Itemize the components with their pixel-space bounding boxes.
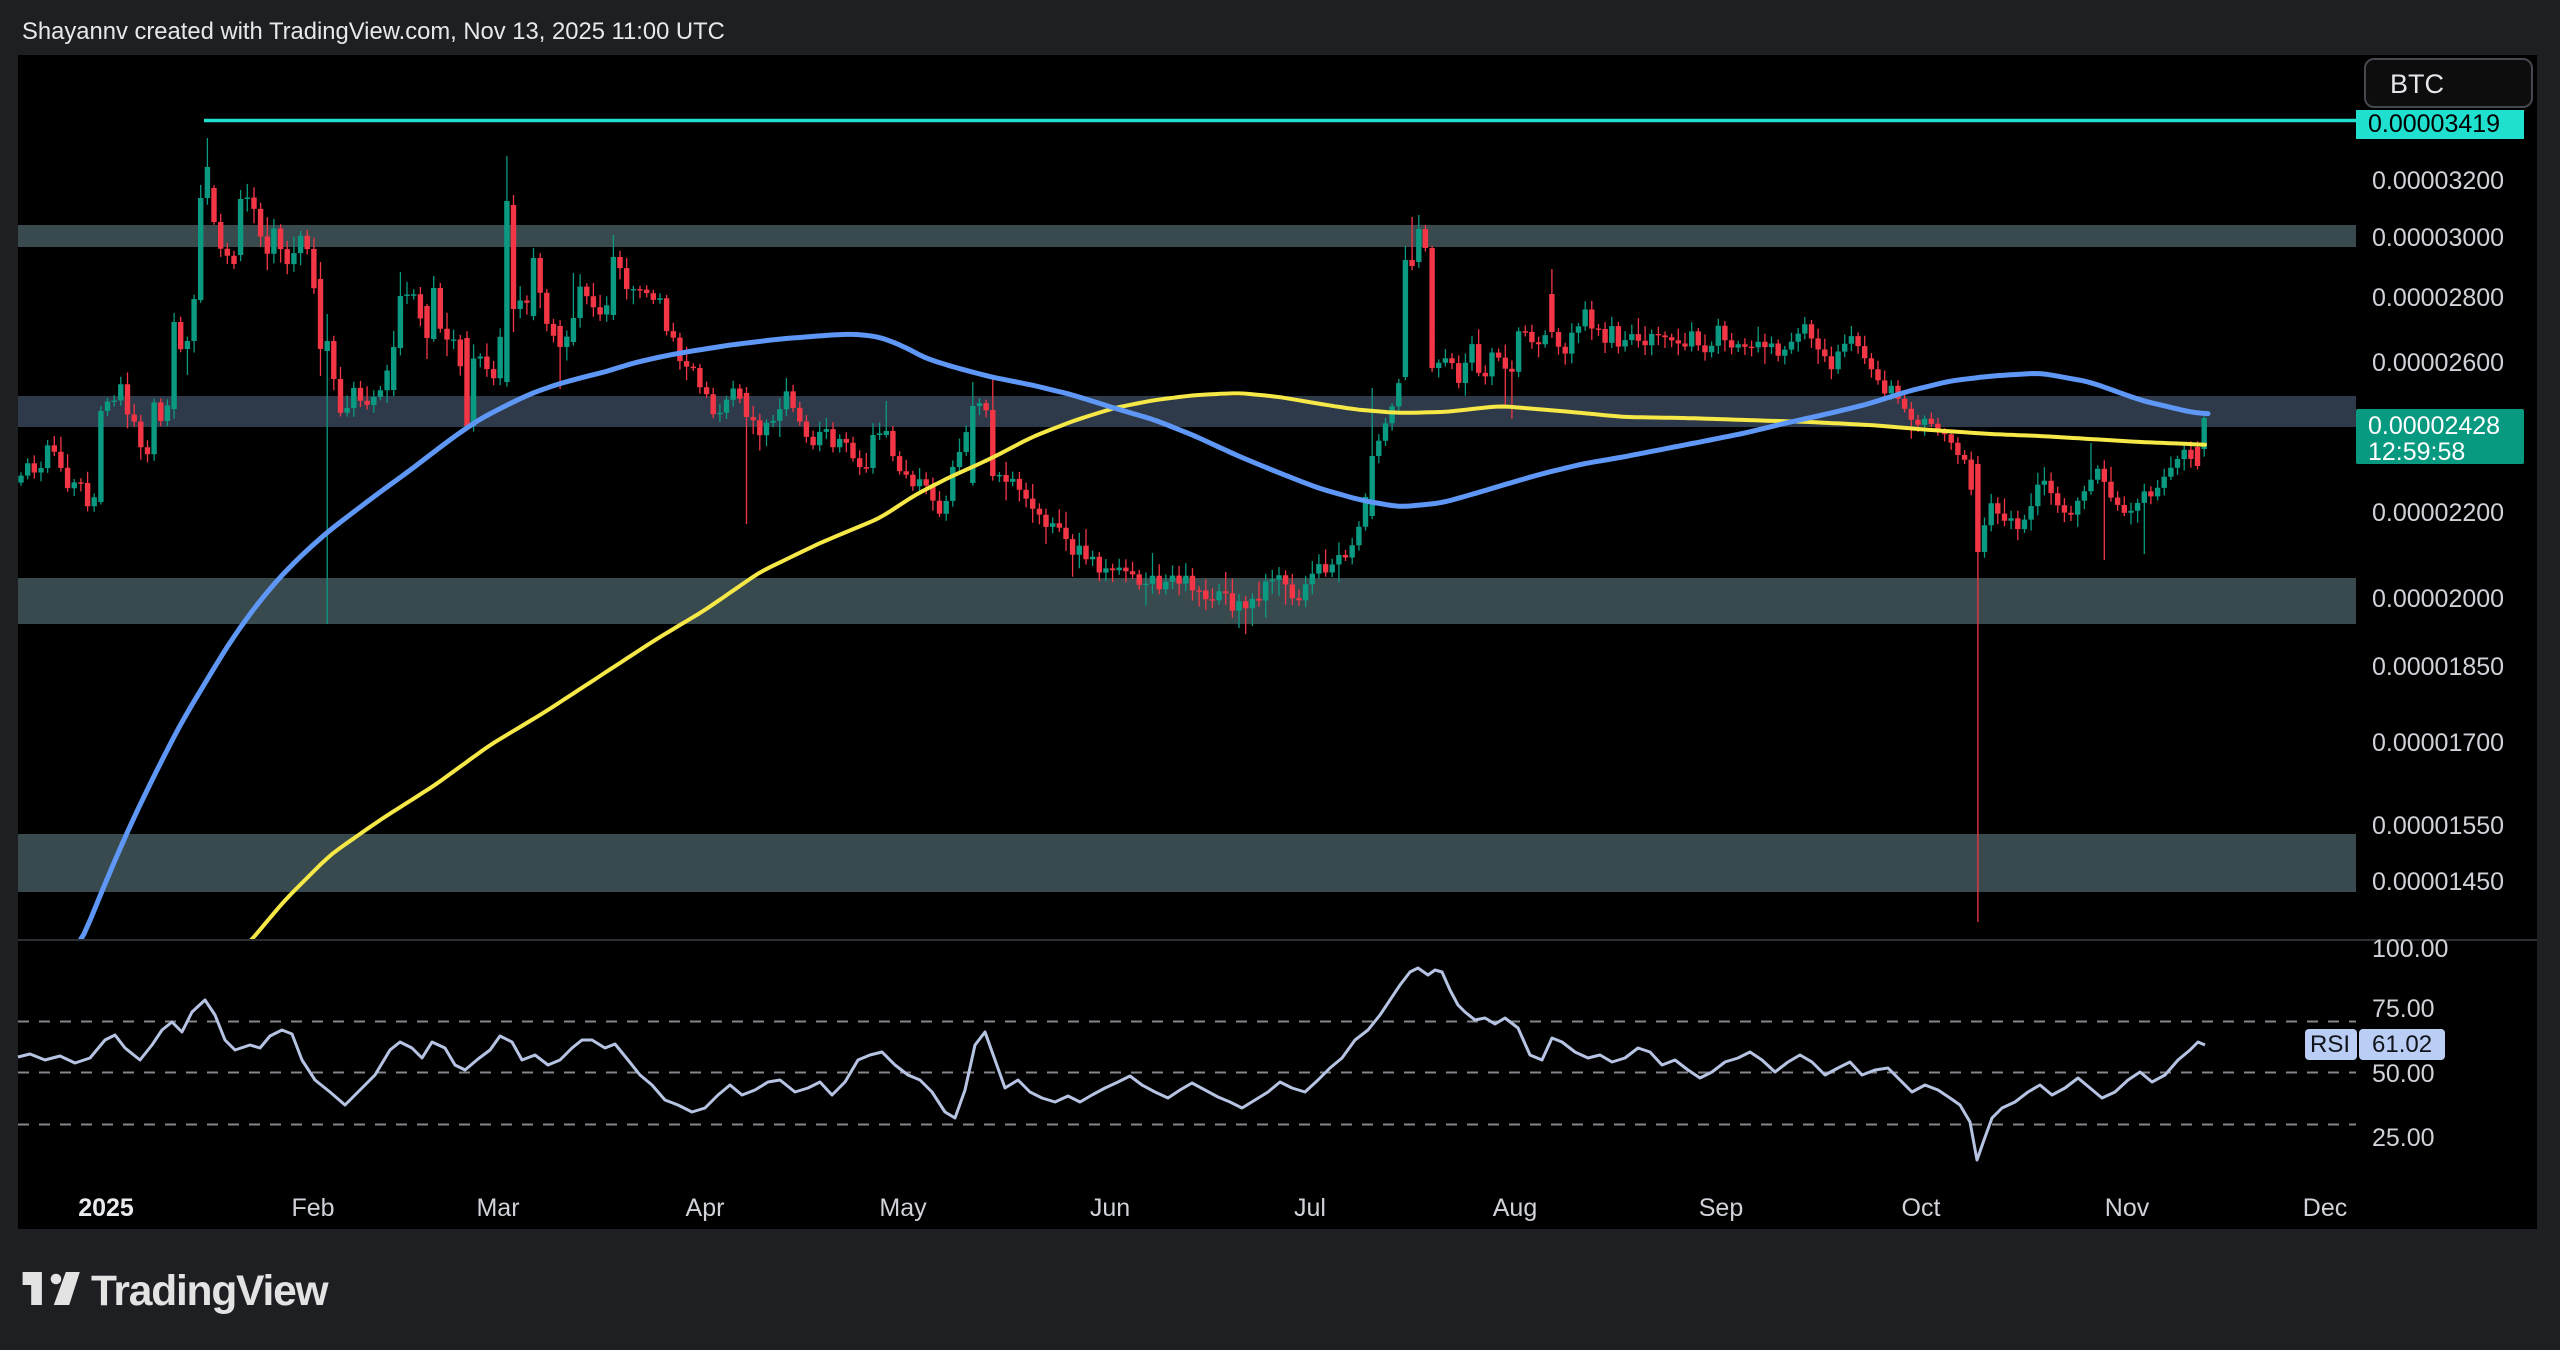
svg-text:Dec: Dec	[2303, 1194, 2347, 1222]
svg-text:0.00001700: 0.00001700	[2372, 729, 2504, 757]
svg-text:Oct: Oct	[1902, 1194, 1941, 1222]
svg-text:Feb: Feb	[291, 1194, 334, 1222]
svg-text:0.00002200: 0.00002200	[2372, 499, 2504, 527]
svg-text:0.00002600: 0.00002600	[2372, 349, 2504, 377]
svg-text:Jun: Jun	[1090, 1194, 1130, 1222]
svg-text:0.00003200: 0.00003200	[2372, 167, 2504, 195]
svg-text:Aug: Aug	[1493, 1194, 1537, 1222]
svg-text:100.00: 100.00	[2372, 935, 2448, 963]
svg-text:Nov: Nov	[2105, 1194, 2150, 1222]
svg-text:0.00002428: 0.00002428	[2368, 412, 2500, 440]
svg-text:0.00001850: 0.00001850	[2372, 653, 2504, 681]
svg-text:Apr: Apr	[686, 1194, 725, 1222]
svg-text:May: May	[879, 1194, 927, 1222]
svg-text:12:59:58: 12:59:58	[2368, 438, 2465, 466]
svg-text:0.00002800: 0.00002800	[2372, 284, 2504, 312]
svg-text:75.00: 75.00	[2372, 995, 2435, 1023]
svg-text:Mar: Mar	[476, 1194, 519, 1222]
svg-text:0.00001550: 0.00001550	[2372, 812, 2504, 840]
svg-text:Sep: Sep	[1699, 1194, 1743, 1222]
svg-text:0.00003000: 0.00003000	[2372, 224, 2504, 252]
svg-text:50.00: 50.00	[2372, 1060, 2435, 1088]
svg-text:2025: 2025	[78, 1194, 134, 1222]
svg-text:RSI: RSI	[2310, 1031, 2350, 1058]
svg-text:0.00002000: 0.00002000	[2372, 585, 2504, 613]
svg-text:61.02: 61.02	[2372, 1031, 2432, 1058]
svg-text:Shayannv created with TradingV: Shayannv created with TradingView.com, N…	[22, 18, 725, 45]
svg-text:0.00003419: 0.00003419	[2368, 110, 2500, 138]
svg-text:TradingView: TradingView	[91, 1268, 330, 1315]
svg-text:Jul: Jul	[1294, 1194, 1326, 1222]
svg-text:BTC: BTC	[2390, 69, 2444, 99]
svg-text:0.00001450: 0.00001450	[2372, 868, 2504, 896]
svg-text:25.00: 25.00	[2372, 1124, 2435, 1152]
